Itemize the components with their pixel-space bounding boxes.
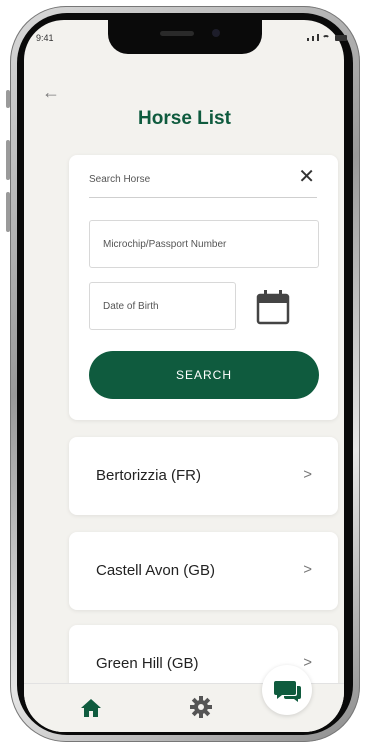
gear-icon[interactable] bbox=[189, 695, 213, 719]
dob-placeholder: Date of Birth bbox=[103, 300, 159, 312]
mute-switch bbox=[6, 90, 10, 108]
signal-icon bbox=[307, 38, 309, 41]
back-arrow-icon[interactable]: ← bbox=[42, 82, 60, 103]
search-button[interactable]: SEARCH bbox=[89, 351, 319, 399]
search-card: Search Horse ✕ Microchip/Passport Number… bbox=[69, 155, 338, 420]
speaker-grille bbox=[160, 31, 194, 36]
front-camera bbox=[212, 29, 220, 37]
wifi-icon bbox=[322, 35, 330, 41]
signal-icon bbox=[312, 36, 314, 41]
horse-name: Green Hill (GB) bbox=[96, 655, 199, 672]
microchip-placeholder: Microchip/Passport Number bbox=[103, 238, 227, 250]
horse-list-item[interactable]: Castell Avon (GB) > bbox=[69, 532, 338, 610]
home-icon[interactable] bbox=[80, 698, 102, 718]
notch bbox=[108, 20, 262, 54]
page-title: Horse List bbox=[138, 108, 231, 129]
chevron-right-icon: > bbox=[303, 466, 312, 483]
close-icon[interactable]: ✕ bbox=[298, 167, 315, 187]
signal-icon bbox=[317, 34, 319, 41]
search-horse-placeholder: Search Horse bbox=[89, 174, 151, 185]
horse-name: Bertorizzia (FR) bbox=[96, 467, 202, 484]
microchip-passport-input[interactable]: Microchip/Passport Number bbox=[89, 220, 319, 268]
horse-list-item[interactable]: Bertorizzia (FR) > bbox=[69, 437, 338, 515]
volume-up-button bbox=[6, 140, 10, 180]
volume-down-button bbox=[6, 192, 10, 232]
status-icons bbox=[307, 34, 347, 41]
search-horse-field[interactable]: Search Horse ✕ bbox=[89, 167, 317, 198]
horse-name: Castell Avon (GB) bbox=[96, 562, 215, 579]
chat-icon bbox=[274, 681, 301, 702]
chat-button[interactable] bbox=[262, 665, 312, 715]
date-of-birth-input[interactable]: Date of Birth bbox=[89, 282, 236, 330]
chevron-right-icon: > bbox=[303, 561, 312, 578]
status-time: 9:41 bbox=[36, 33, 54, 43]
battery-icon bbox=[335, 35, 347, 41]
calendar-icon[interactable] bbox=[256, 289, 290, 325]
